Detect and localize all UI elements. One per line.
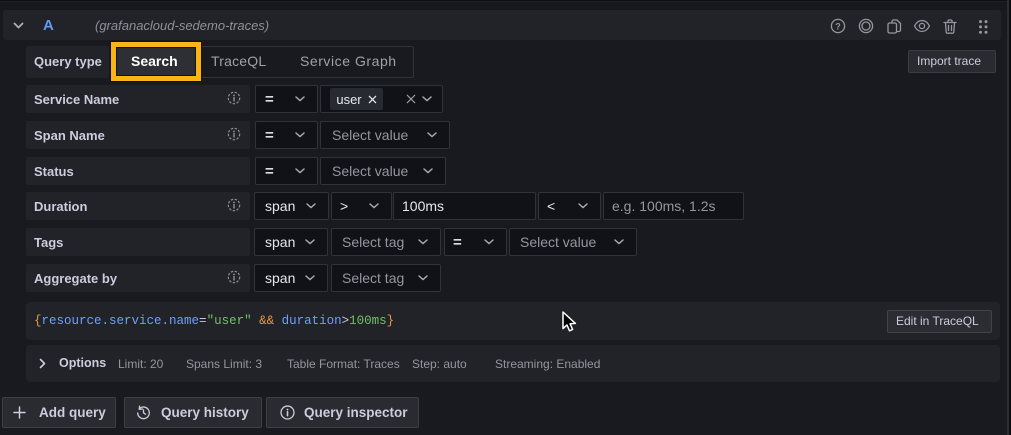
svg-text:?: ? bbox=[835, 21, 841, 31]
